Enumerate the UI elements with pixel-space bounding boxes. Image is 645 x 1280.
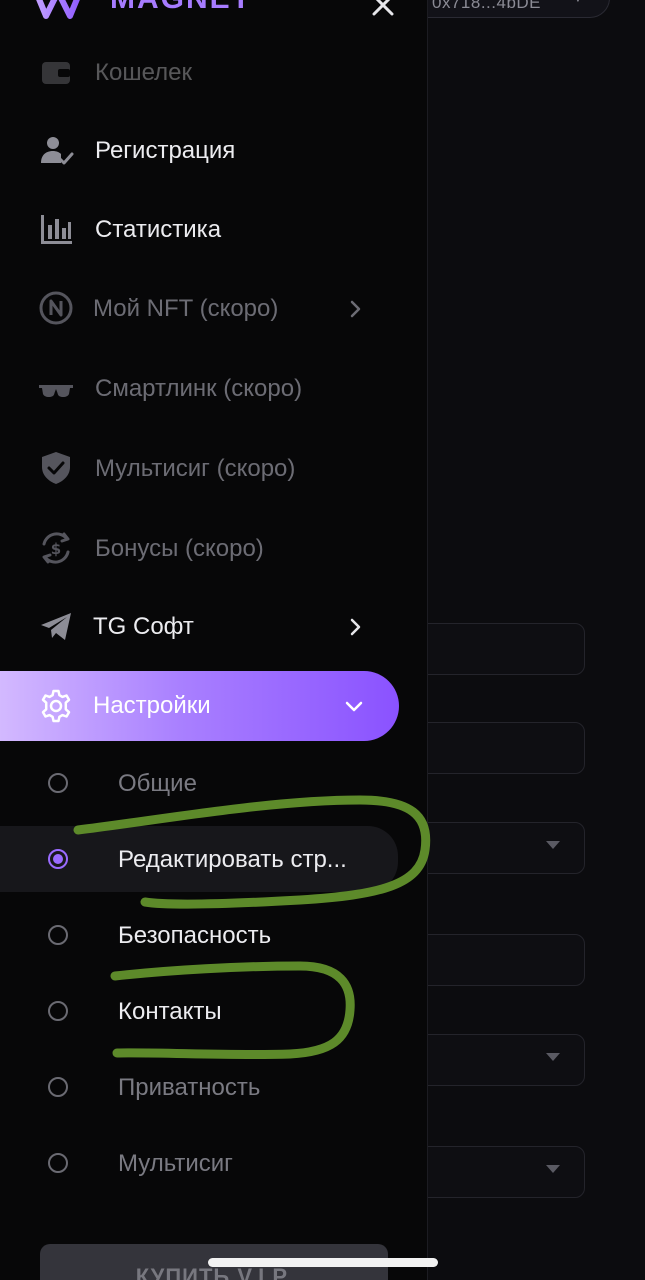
- chevron-down-icon: [345, 701, 363, 712]
- submenu-item-multisig[interactable]: Мультисиг: [0, 1134, 428, 1192]
- submenu-item-label: Безопасность: [118, 922, 272, 949]
- menu-item-bonuses[interactable]: $ Бонусы (скоро): [0, 522, 428, 572]
- menu-item-label: Статистика: [95, 216, 222, 243]
- glasses-icon: [39, 385, 73, 397]
- radio-icon: [48, 925, 68, 945]
- chevron-down-icon: ▼: [572, 0, 584, 5]
- menu-item-tg-soft[interactable]: TG Софт: [0, 600, 428, 650]
- radio-icon: [48, 1001, 68, 1021]
- menu-item-settings[interactable]: Настройки: [0, 671, 399, 741]
- chevron-right-icon: [350, 618, 361, 636]
- submenu-item-contacts[interactable]: Контакты: [0, 982, 428, 1040]
- menu-item-label: TG Софт: [93, 613, 194, 640]
- close-icon[interactable]: [366, 0, 400, 22]
- radio-icon: [48, 1153, 68, 1173]
- gear-icon: [41, 689, 71, 723]
- menu-item-label: Мультисиг (скоро): [95, 455, 296, 482]
- menu-item-label: Настройки: [93, 692, 211, 719]
- radio-selected-icon: [48, 849, 68, 869]
- submenu-item-label: Контакты: [118, 998, 222, 1025]
- telegram-icon: [41, 613, 71, 640]
- submenu-item-security[interactable]: Безопасность: [0, 906, 428, 964]
- menu-item-registration[interactable]: Регистрация: [0, 124, 428, 174]
- home-indicator: [208, 1258, 438, 1267]
- menu-item-smartlink[interactable]: Смартлинк (скоро): [0, 362, 428, 412]
- menu-item-label: Смартлинк (скоро): [95, 375, 303, 402]
- dollar-refresh-icon: $: [42, 532, 70, 564]
- user-check-icon: [41, 137, 74, 165]
- menu-item-wallet[interactable]: Кошелек: [0, 46, 428, 96]
- radio-icon: [48, 1077, 68, 1097]
- wallet-icon: [42, 62, 70, 84]
- submenu-item-general[interactable]: Общие: [0, 754, 428, 812]
- submenu-item-label: Редактировать стр...: [118, 846, 347, 873]
- shield-check-icon: [42, 452, 70, 484]
- dropdown-arrow-icon: [546, 1053, 560, 1061]
- submenu-item-edit-page[interactable]: Редактировать стр...: [0, 826, 398, 892]
- magnet-logo-icon: [36, 0, 80, 19]
- wallet-address: 0x718...4bDE: [432, 0, 542, 12]
- dropdown-arrow-icon: [546, 1165, 560, 1173]
- menu-item-label: Регистрация: [95, 137, 236, 164]
- submenu-item-label: Мультисиг: [118, 1150, 233, 1177]
- menu-item-my-nft[interactable]: Мой NFT (скоро): [0, 282, 428, 332]
- menu-item-label: Бонусы (скоро): [95, 535, 264, 562]
- svg-text:$: $: [51, 540, 61, 558]
- nft-coin-icon: [39, 291, 73, 325]
- dropdown-arrow-icon: [546, 841, 560, 849]
- submenu-item-label: Приватность: [118, 1074, 261, 1101]
- brand-name: MAGNET: [110, 0, 252, 16]
- menu-item-statistics[interactable]: Статистика: [0, 203, 428, 253]
- submenu-item-privacy[interactable]: Приватность: [0, 1058, 428, 1116]
- side-drawer: MAGNET Кошелек Регистрация Статистика: [0, 0, 428, 1280]
- radio-icon: [48, 773, 68, 793]
- menu-item-label: Мой NFT (скоро): [93, 295, 279, 322]
- bar-chart-icon: [41, 215, 72, 244]
- submenu-item-label: Общие: [118, 770, 197, 797]
- chevron-right-icon: [350, 300, 361, 318]
- menu-item-multisig[interactable]: Мультисиг (скоро): [0, 442, 428, 492]
- menu-item-label: Кошелек: [95, 59, 192, 86]
